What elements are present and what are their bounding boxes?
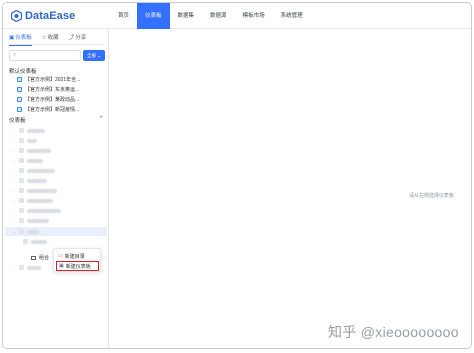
watermark: 知乎 @xieoooooooo — [328, 324, 459, 340]
sidebar-tabs: ▣仪表板 ☆收藏 ⤴分享 — [9, 33, 105, 46]
blurred-label — [31, 239, 47, 244]
blurred-label — [27, 168, 55, 173]
nav-dataset[interactable]: 数据集 — [170, 3, 203, 29]
main-nav: 首页 仪表板 数据集 数据源 模板市场 系统管理 — [110, 3, 311, 29]
top-navbar: DataEase 首页 仪表板 数据集 数据源 模板市场 系统管理 — [3, 3, 471, 29]
nav-home[interactable]: 首页 — [110, 3, 137, 29]
blurred-label — [27, 148, 51, 153]
dashboard-file-icon — [17, 77, 22, 82]
chevron-down-icon: ⌄ — [97, 53, 102, 58]
dashboard-file-icon — [23, 239, 28, 244]
folder-icon — [19, 128, 24, 133]
tree-row[interactable]: › — [13, 146, 51, 155]
folder-icon — [19, 188, 24, 193]
dashboards-section-title: 仪表板 — [9, 118, 26, 124]
menu-item-new-folder[interactable]: ▭ 新建目录 — [56, 251, 99, 261]
folder-icon — [19, 148, 24, 153]
logo[interactable]: DataEase — [11, 10, 75, 22]
menu-item-new-dashboard[interactable]: ▣ 新建仪表板 — [56, 261, 99, 271]
tree-row[interactable]: › — [13, 156, 43, 165]
tree-row[interactable]: › — [13, 176, 47, 185]
folder-icon — [31, 255, 36, 260]
nav-system-admin[interactable]: 系统管理 — [273, 3, 311, 29]
dashboard-file-icon — [17, 87, 22, 92]
tree-row[interactable]: › — [13, 136, 37, 145]
nav-dashboard[interactable]: 仪表板 — [137, 3, 170, 29]
blurred-label — [27, 158, 43, 163]
tab-favorites[interactable]: ☆收藏 — [42, 33, 59, 45]
combo-folder-row[interactable]: 组合 — [31, 253, 49, 262]
blurred-label — [27, 265, 41, 270]
share-icon: ⤴ — [68, 35, 75, 41]
empty-state-tip: 请从左侧选择仪表板 — [409, 193, 455, 199]
dashboard-file-icon — [17, 97, 22, 102]
nav-template-market[interactable]: 模板市场 — [235, 3, 273, 29]
blurred-label — [27, 218, 49, 223]
tree-row[interactable]: › — [13, 263, 41, 272]
app-window: DataEase 首页 仪表板 数据集 数据源 模板市场 系统管理 ▣仪表板 ☆… — [2, 2, 472, 349]
blurred-label — [27, 188, 57, 193]
blurred-label — [27, 178, 47, 183]
star-icon: ☆ — [41, 35, 47, 41]
nav-datasource[interactable]: 数据源 — [202, 3, 235, 29]
filter-dropdown-button[interactable]: 全部 ⌄ — [83, 50, 105, 61]
folder-icon — [19, 158, 24, 163]
default-dashboard-item[interactable]: 【官方示例】东京奥运... — [17, 85, 79, 94]
dashboard-icon: ▣ — [9, 35, 15, 41]
search-row: ⌕ 全部 ⌄ — [9, 50, 105, 61]
tree-row[interactable]: ⌄ — [13, 227, 39, 236]
folder-icon: ▭ — [58, 253, 63, 259]
blurred-label — [27, 229, 39, 234]
dataease-logo-icon — [11, 10, 22, 22]
default-dashboard-item[interactable]: 【官方示例】新冠疫情... — [17, 105, 79, 114]
tree-row[interactable]: › — [13, 216, 49, 225]
tab-share[interactable]: ⤴分享 — [69, 33, 87, 45]
blurred-label — [27, 198, 53, 203]
folder-icon — [19, 208, 24, 213]
dashboard-add-icon: ▣ — [59, 263, 64, 269]
folder-icon — [19, 265, 24, 270]
search-icon: ⌕ — [13, 52, 17, 58]
tree-row[interactable]: › — [13, 126, 45, 135]
new-item-menu: ▭ 新建目录 ▣ 新建仪表板 — [53, 248, 101, 272]
folder-icon — [19, 168, 24, 173]
default-dashboard-item[interactable]: 【官方示例】2021年全... — [17, 75, 80, 84]
main-content: 请从左侧选择仪表板 — [109, 29, 471, 348]
tree-row[interactable]: › — [13, 206, 61, 215]
logo-text: DataEase — [25, 10, 76, 22]
blurred-label — [27, 208, 61, 213]
tab-dashboard[interactable]: ▣仪表板 — [9, 33, 32, 46]
dashboard-file-icon — [17, 107, 22, 112]
default-dashboard-item[interactable]: 【官方示例】某政动品... — [17, 95, 79, 104]
folder-icon — [19, 218, 24, 223]
blurred-label — [27, 128, 45, 133]
folder-icon — [19, 138, 24, 143]
folder-icon — [19, 198, 24, 203]
tree-row[interactable]: › — [13, 166, 55, 175]
tree-row[interactable]: › — [13, 186, 57, 195]
add-icon[interactable]: + — [99, 114, 103, 121]
tree-row[interactable] — [23, 237, 47, 246]
search-input[interactable]: ⌕ — [9, 50, 81, 61]
folder-icon — [19, 229, 24, 234]
tree-row[interactable]: › — [13, 196, 53, 205]
folder-icon — [19, 178, 24, 183]
default-dashboards-title: 默认仪表板 — [9, 69, 37, 75]
blurred-label — [27, 138, 37, 143]
sidebar: ▣仪表板 ☆收藏 ⤴分享 ⌕ 全部 ⌄ 默认仪表板 【官方示例】2021年全..… — [3, 29, 109, 348]
